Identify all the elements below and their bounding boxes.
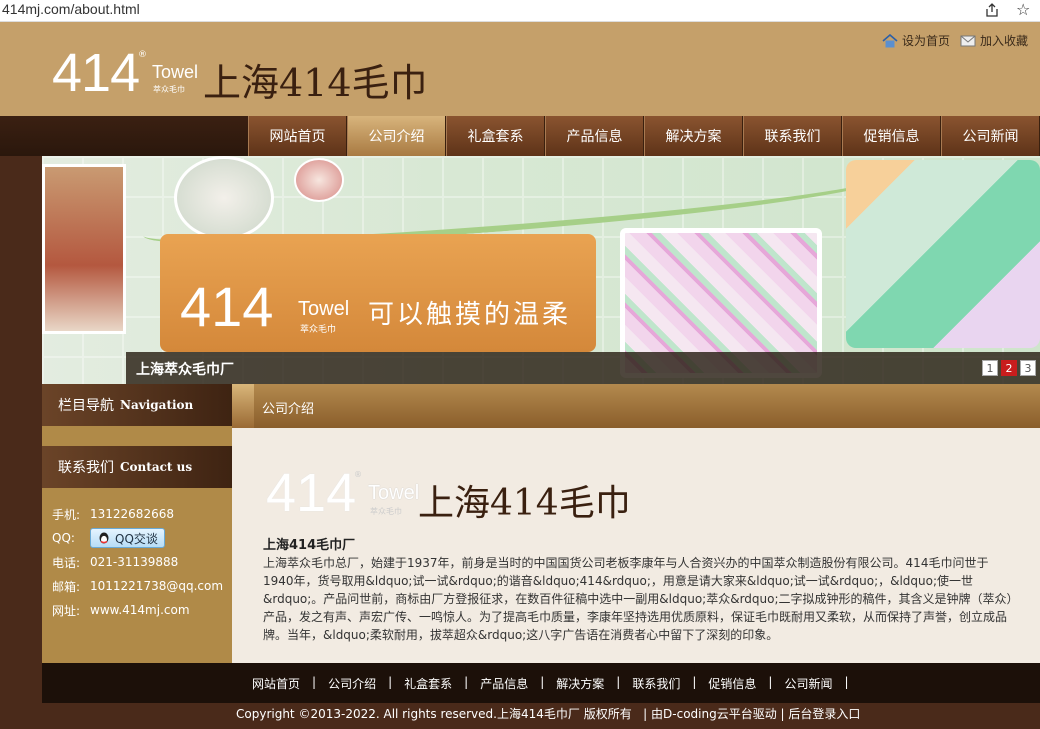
slide-button-1[interactable]: 1 <box>982 360 998 376</box>
contact-tel-row: 电话: 021-31139888 <box>52 550 223 574</box>
footer-link-news[interactable]: 公司新闻 <box>772 675 844 692</box>
main-navbar: 网站首页 公司介绍 礼盒套系 产品信息 解决方案 联系我们 促销信息 公司新闻 <box>0 116 1040 156</box>
contact-tel-label: 电话: <box>52 555 81 570</box>
powered-by-link[interactable]: 由D-coding云平台驱动 <box>651 707 777 721</box>
sidebar: 栏目导航 Navigation 联系我们 Contact us 手机: 1312… <box>42 384 232 663</box>
set-homepage-label: 设为首页 <box>901 34 950 48</box>
site-footer: 网站首页 | 公司介绍 | 礼盒套系 | 产品信息 | 解决方案 | 联系我们 | 促销信息… <box>42 663 1040 729</box>
footer-separator: | <box>780 707 785 721</box>
contact-phone-row: 手机: 13122682668 <box>52 502 223 526</box>
company-name: 上海414毛巾厂 <box>263 538 356 553</box>
intro-logo-towel: Towel <box>368 482 420 504</box>
mail-icon <box>960 35 976 46</box>
footer-link-solutions[interactable]: 解决方案 <box>544 675 616 692</box>
logo-number: 414 <box>52 43 140 103</box>
footer-link-home[interactable]: 网站首页 <box>240 675 312 692</box>
contact-web-value: www.414mj.com <box>90 603 190 617</box>
banner-towel-stack-image <box>846 160 1040 348</box>
banner-logo-number: 414 <box>180 275 274 338</box>
main-heading-marker <box>232 384 254 428</box>
contact-email-row: 邮箱: 1011221738@qq.com <box>52 574 223 598</box>
add-favorite-label: 加入收藏 <box>979 34 1028 48</box>
nav-item-about[interactable]: 公司介绍 <box>347 116 446 156</box>
banner-logo-subtext: 萃众毛巾 <box>300 325 337 335</box>
page-title: 公司介绍 <box>262 402 315 417</box>
banner-slogan: 可以触摸的温柔 <box>368 300 572 330</box>
nav-item-news[interactable]: 公司新闻 <box>941 116 1040 156</box>
main-content: 公司介绍 414 ® Towel 萃众毛巾 上海414毛巾 上海414毛巾厂 上… <box>232 384 1040 663</box>
contact-tel-value: 021-31139888 <box>90 555 179 569</box>
contact-phone-value: 13122682668 <box>90 507 174 521</box>
contact-email-value: 1011221738@qq.com <box>90 579 224 593</box>
banner-flower-circle-image <box>294 158 344 202</box>
intro-logo-number: 414 <box>266 463 357 523</box>
footer-nav: 网站首页 | 公司介绍 | 礼盒套系 | 产品信息 | 解决方案 | 联系我们 | 促销信息… <box>240 675 849 692</box>
sidebar-nav-heading: 栏目导航 Navigation <box>42 384 232 426</box>
site-header: 414 ® Towel 萃众毛巾 上海414毛巾 设为首页 加入收藏 <box>0 22 1040 116</box>
qq-chat-button[interactable]: QQ交谈 <box>90 528 165 548</box>
browser-bar: 414mj.com/about.html ☆ <box>0 0 1040 22</box>
contact-email-label: 邮箱: <box>52 579 81 594</box>
slide-button-2[interactable]: 2 <box>1001 360 1017 376</box>
add-favorite-link[interactable]: 加入收藏 <box>960 32 1028 49</box>
admin-login-link[interactable]: 后台登录入口 <box>788 707 860 721</box>
intro-logo-registered-mark: ® <box>354 470 362 479</box>
sidebar-contact-heading-en: Contact us <box>120 460 193 474</box>
sidebar-nav-heading-en: Navigation <box>120 398 194 412</box>
footer-link-contact[interactable]: 联系我们 <box>620 675 692 692</box>
footer-link-promotions[interactable]: 促销信息 <box>696 675 768 692</box>
footer-link-gift-sets[interactable]: 礼盒套系 <box>392 675 464 692</box>
copyright-line: Copyright ©2013-2022. All rights reserve… <box>236 705 860 722</box>
sidebar-contact-heading: 联系我们 Contact us <box>42 446 232 488</box>
nav-item-home[interactable]: 网站首页 <box>248 116 347 156</box>
contact-web-label: 网址: <box>52 603 81 618</box>
logo-towel-text: Towel <box>152 62 199 82</box>
sidebar-nav-heading-cn: 栏目导航 <box>58 398 114 414</box>
nav-item-products[interactable]: 产品信息 <box>545 116 644 156</box>
footer-separator: | <box>844 675 849 689</box>
slide-button-3[interactable]: 3 <box>1020 360 1036 376</box>
footer-separator: | <box>643 707 648 721</box>
nav-item-contact[interactable]: 联系我们 <box>743 116 842 156</box>
contact-qq-label: QQ: <box>52 531 75 545</box>
share-icon[interactable] <box>984 2 1000 18</box>
banner-caption: 上海萃众毛巾厂 <box>136 362 234 378</box>
intro-logo-chinese-title: 上海414毛巾 <box>418 483 631 524</box>
copyright-text: Copyright ©2013-2022. All rights reserve… <box>236 707 632 721</box>
logo-chinese-title: 上海414毛巾 <box>203 61 428 105</box>
nav-menu: 网站首页 公司介绍 礼盒套系 产品信息 解决方案 联系我们 促销信息 公司新闻 <box>248 116 1040 156</box>
nav-item-gift-sets[interactable]: 礼盒套系 <box>446 116 545 156</box>
qq-chat-label: QQ交谈 <box>115 531 158 546</box>
hero-banner[interactable]: 414 Towel 萃众毛巾 可以触摸的温柔 上海萃众毛巾厂 1 2 3 <box>42 156 1040 384</box>
set-homepage-link[interactable]: 设为首页 <box>882 32 950 49</box>
nav-item-solutions[interactable]: 解决方案 <box>644 116 743 156</box>
banner-logo-towel: Towel <box>298 298 350 320</box>
sidebar-contact-heading-cn: 联系我们 <box>58 460 114 476</box>
logo-subtext: 萃众毛巾 <box>153 85 185 94</box>
top-links: 设为首页 加入收藏 <box>882 32 1028 49</box>
footer-link-products[interactable]: 产品信息 <box>468 675 540 692</box>
bookmark-star-icon[interactable]: ☆ <box>1016 0 1030 19</box>
address-bar-url[interactable]: 414mj.com/about.html <box>2 1 140 17</box>
nav-item-promotions[interactable]: 促销信息 <box>842 116 941 156</box>
banner-caption-bar <box>126 352 1040 384</box>
footer-link-about[interactable]: 公司介绍 <box>316 675 388 692</box>
contact-qq-row: QQ: QQ交谈 <box>52 526 223 550</box>
slide-pagination: 1 2 3 <box>982 360 1036 376</box>
banner-gift-box-image <box>42 164 126 334</box>
qq-penguin-icon <box>99 532 109 544</box>
contact-web-row: 网址: www.414mj.com <box>52 598 223 622</box>
intro-logo-subtext: 萃众毛巾 <box>370 507 402 516</box>
company-description: 上海萃众毛巾总厂，始建于1937年，前身是当时的中国国货公司老板李康年与人合资兴… <box>263 556 1013 642</box>
home-icon <box>882 33 898 47</box>
logo-registered-mark: ® <box>138 50 147 60</box>
main-heading-bar: 公司介绍 <box>232 384 1040 428</box>
contact-phone-label: 手机: <box>52 507 81 522</box>
banner-towel-circle-image <box>174 156 274 240</box>
contact-info: 手机: 13122682668 QQ: QQ交谈 电话: 021-3113988… <box>52 502 223 622</box>
